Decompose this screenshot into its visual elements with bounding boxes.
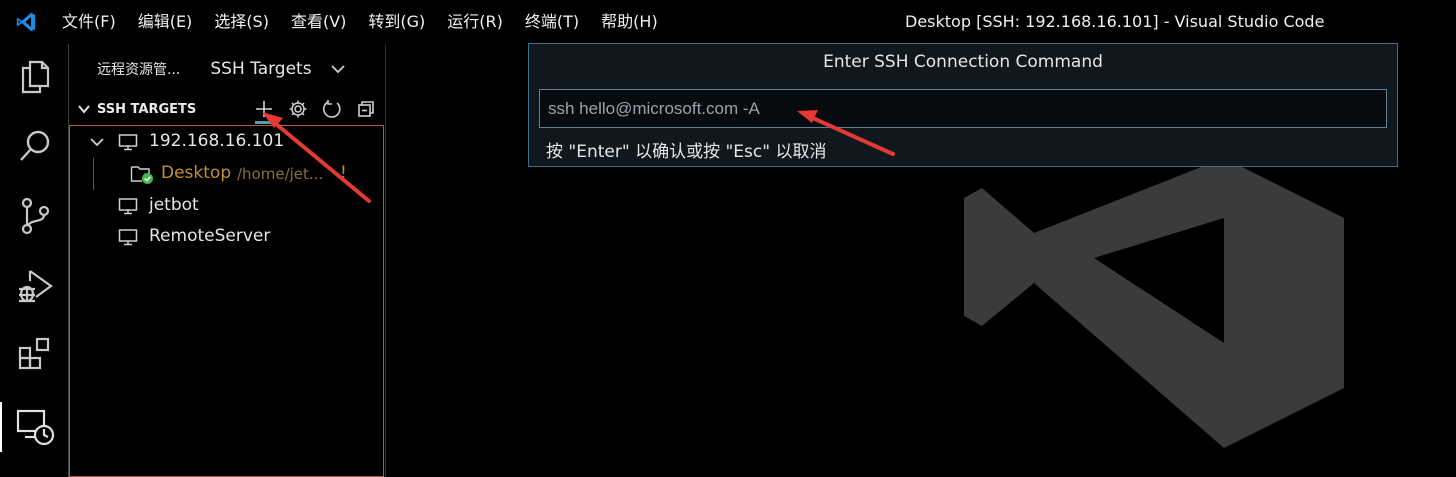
quick-input-title: Enter SSH Connection Command xyxy=(529,44,1397,80)
ssh-targets-dropdown[interactable]: SSH Targets xyxy=(210,59,311,79)
sidebar-title: 远程资源管... xyxy=(97,62,181,78)
add-icon[interactable] xyxy=(247,97,281,124)
folder-marker: ! xyxy=(340,163,347,183)
gear-icon[interactable] xyxy=(281,97,315,121)
menu-edit[interactable]: 编辑(E) xyxy=(127,0,204,44)
monitor-icon xyxy=(118,229,138,246)
sidebar-header: 远程资源管... SSH Targets xyxy=(69,44,386,94)
refresh-icon[interactable] xyxy=(315,97,349,121)
menu-help[interactable]: 帮助(H) xyxy=(590,0,669,44)
window-title: Desktop [SSH: 192.168.16.101] - Visual S… xyxy=(905,12,1325,31)
vscode-logo-icon xyxy=(0,0,52,44)
explorer-icon[interactable] xyxy=(0,46,69,104)
host-label: jetbot xyxy=(149,195,199,215)
tree-item-host[interactable]: 192.168.16.101 xyxy=(70,126,385,158)
activity-bar xyxy=(0,44,69,477)
host-label: 192.168.16.101 xyxy=(149,131,285,151)
run-debug-icon[interactable] xyxy=(0,257,69,315)
menu-bar: 文件(F) 编辑(E) 选择(S) 查看(V) 转到(G) 运行(R) 终端(T… xyxy=(52,0,669,44)
extensions-icon[interactable] xyxy=(0,325,69,383)
monitor-icon xyxy=(118,198,138,215)
monitor-icon xyxy=(118,134,138,151)
section-actions xyxy=(247,97,383,124)
tree-item-host[interactable]: jetbot xyxy=(70,190,385,222)
folder-label: Desktop xyxy=(161,163,232,183)
title-bar: 文件(F) 编辑(E) 选择(S) 查看(V) 转到(G) 运行(R) 终端(T… xyxy=(0,0,1456,44)
chevron-down-icon[interactable] xyxy=(89,134,105,150)
quick-input-dialog: Enter SSH Connection Command 按 "Enter" 以… xyxy=(528,43,1398,167)
menu-view[interactable]: 查看(V) xyxy=(280,0,357,44)
menu-file[interactable]: 文件(F) xyxy=(52,0,127,44)
remote-explorer-icon[interactable] xyxy=(0,398,69,456)
sidebar: 远程资源管... SSH Targets SSH TARGETS 192.168… xyxy=(69,44,386,477)
tree-item-folder[interactable]: Desktop /home/jet... ! xyxy=(70,158,385,190)
menu-go[interactable]: 转到(G) xyxy=(357,0,436,44)
menu-selection[interactable]: 选择(S) xyxy=(203,0,280,44)
tree-item-host[interactable]: RemoteServer xyxy=(70,222,385,254)
vscode-watermark-icon xyxy=(964,158,1344,448)
chevron-down-icon[interactable] xyxy=(77,102,91,116)
host-label: RemoteServer xyxy=(149,226,271,246)
collapse-all-icon[interactable] xyxy=(349,97,383,121)
folder-path: /home/jet... xyxy=(237,165,324,183)
ssh-targets-tree: 192.168.16.101 Desktop /home/jet... ! je… xyxy=(69,125,384,477)
menu-terminal[interactable]: 终端(T) xyxy=(514,0,590,44)
source-control-icon[interactable] xyxy=(0,187,69,245)
search-icon[interactable] xyxy=(0,117,69,175)
section-title: SSH TARGETS xyxy=(97,101,197,117)
folder-connected-icon xyxy=(130,166,153,184)
chevron-down-icon[interactable] xyxy=(330,61,346,77)
ssh-command-input[interactable] xyxy=(539,89,1387,128)
ssh-targets-section-header[interactable]: SSH TARGETS xyxy=(69,94,386,124)
quick-input-message: 按 "Enter" 以确认或按 "Esc" 以取消 xyxy=(546,142,827,162)
menu-run[interactable]: 运行(R) xyxy=(436,0,514,44)
